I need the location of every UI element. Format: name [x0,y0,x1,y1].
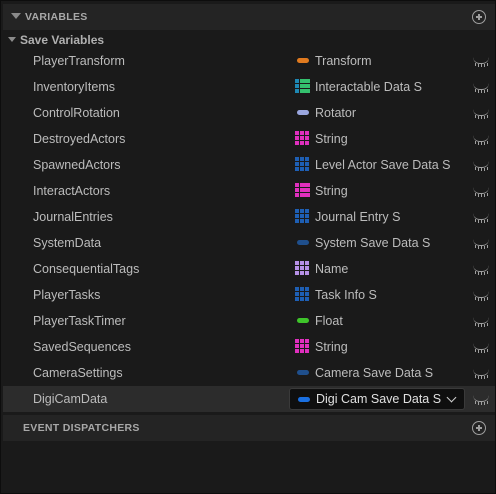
array-type-icon [295,339,310,354]
variable-name: JournalEntries [33,210,113,224]
variable-type-label: Camera Save Data S [315,366,434,380]
variable-name: SpawnedActors [33,158,121,172]
category-label: Save Variables [20,33,105,47]
variable-row[interactable]: ControlRotation Rotator [3,100,495,126]
variable-name: ConsequentialTags [33,262,140,276]
variable-type[interactable]: String [295,126,463,152]
array-type-icon [295,287,310,302]
variable-name: PlayerTransform [33,54,125,68]
add-variable-button[interactable] [472,10,486,24]
array-type-icon [295,261,310,276]
visibility-eye-icon[interactable] [473,317,489,327]
map-type-icon [295,79,310,94]
map-type-icon [295,183,310,198]
variable-type[interactable]: Journal Entry S [295,204,463,230]
variable-type-label: Journal Entry S [315,210,401,224]
variable-row[interactable]: InteractActors String [3,178,495,204]
visibility-eye-icon[interactable] [473,135,489,145]
variable-type-label: Float [315,314,343,328]
variable-type-pill-icon [297,58,309,63]
variable-type[interactable]: String [295,334,463,360]
visibility-eye-icon[interactable] [473,395,489,405]
variable-type-dropdown[interactable]: Digi Cam Save Data S [289,388,465,410]
variables-section-title: VARIABLES [25,11,88,23]
chevron-down-icon [446,392,457,403]
variable-row[interactable]: SpawnedActors Level Actor Save Data S [3,152,495,178]
variable-row[interactable]: PlayerTasks Task Info S [3,282,495,308]
visibility-eye-icon[interactable] [473,343,489,353]
variable-name: InteractActors [33,184,111,198]
variable-row[interactable]: SavedSequences String [3,334,495,360]
variable-type-label: Name [315,262,349,276]
variable-name: DestroyedActors [33,132,126,146]
variable-type-label: Interactable Data S [315,80,423,94]
variable-type-label: String [315,184,348,198]
visibility-eye-icon[interactable] [473,239,489,249]
collapse-arrow-icon[interactable] [11,13,21,19]
visibility-eye-icon[interactable] [473,57,489,67]
variable-name: DigiCamData [33,392,108,406]
variable-row[interactable]: DestroyedActors String [3,126,495,152]
variable-name: SavedSequences [33,340,131,354]
visibility-eye-icon[interactable] [473,291,489,301]
variable-row-selected[interactable]: DigiCamData Digi Cam Save Data S [3,386,495,412]
variable-type[interactable]: Interactable Data S [295,74,463,100]
variable-type-pill-icon [297,318,309,323]
array-type-icon [295,157,310,172]
visibility-eye-icon[interactable] [473,213,489,223]
variable-type-pill-icon [297,110,309,115]
visibility-eye-icon[interactable] [473,265,489,275]
variable-type[interactable]: Rotator [295,100,463,126]
add-event-dispatcher-button[interactable] [472,421,486,435]
visibility-eye-icon[interactable] [473,369,489,379]
variable-row[interactable]: PlayerTaskTimer Float [3,308,495,334]
variable-name: PlayerTasks [33,288,101,302]
visibility-eye-icon[interactable] [473,109,489,119]
variable-row[interactable]: PlayerTransform Transform [3,48,495,74]
variable-row[interactable]: SystemData System Save Data S [3,230,495,256]
variable-type[interactable]: Level Actor Save Data S [295,152,463,178]
variable-row[interactable]: InventoryItems Interactable Data S [3,74,495,100]
variable-type-label: String [315,340,348,354]
variable-type-label: Transform [315,54,372,68]
variable-row[interactable]: JournalEntries Journal Entry S [3,204,495,230]
visibility-eye-icon[interactable] [473,187,489,197]
struct-type-icon [298,397,310,402]
variable-name: SystemData [33,236,102,250]
variable-type[interactable]: System Save Data S [295,230,463,256]
variable-type-label: Digi Cam Save Data S [316,392,442,406]
visibility-eye-icon[interactable] [473,83,489,93]
variable-type-label: Task Info S [315,288,377,302]
variable-type-pill-icon [297,240,309,245]
variable-type-label: Rotator [315,106,356,120]
category-collapse-arrow-icon[interactable] [8,37,16,42]
variable-type[interactable]: Transform [295,48,463,74]
variable-name: InventoryItems [33,80,115,94]
variable-type[interactable]: Camera Save Data S [295,360,463,386]
variable-type-label: String [315,132,348,146]
variable-type-label: Level Actor Save Data S [315,158,451,172]
variable-type[interactable]: Task Info S [295,282,463,308]
array-type-icon [295,131,310,146]
variable-type-label: System Save Data S [315,236,431,250]
event-dispatchers-section-header[interactable]: EVENT DISPATCHERS [3,415,495,441]
variable-name: CameraSettings [33,366,123,380]
variable-name: PlayerTaskTimer [33,314,126,328]
variable-name: ControlRotation [33,106,120,120]
category-save-variables[interactable]: Save Variables [3,31,495,49]
array-type-icon [295,209,310,224]
my-blueprint-panel: VARIABLES Save Variables PlayerTransform… [0,0,496,494]
variable-row[interactable]: ConsequentialTags Name [3,256,495,282]
variable-row[interactable]: CameraSettings Camera Save Data S [3,360,495,386]
variable-type[interactable]: Float [295,308,463,334]
variables-section-header[interactable]: VARIABLES [3,4,495,30]
variable-type[interactable]: Name [295,256,463,282]
variable-type[interactable]: String [295,178,463,204]
visibility-eye-icon[interactable] [473,161,489,171]
event-dispatchers-title: EVENT DISPATCHERS [23,422,140,434]
variable-type-pill-icon [297,370,309,375]
